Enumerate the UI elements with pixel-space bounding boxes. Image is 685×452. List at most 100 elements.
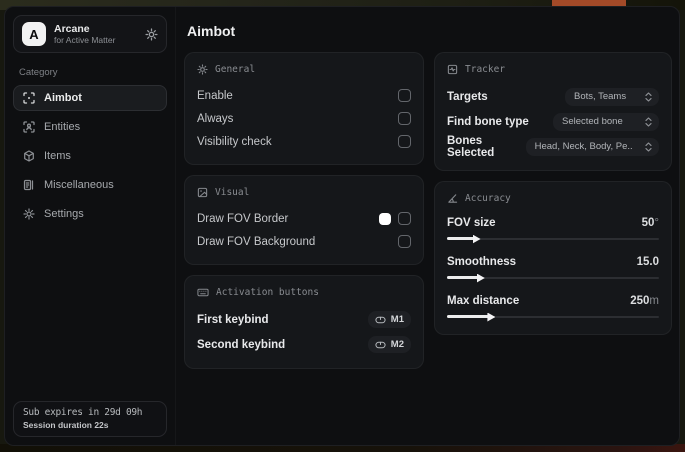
setting-label: Draw FOV Background — [197, 235, 316, 248]
sidebar-item-label: Miscellaneous — [44, 179, 114, 191]
brand-name: Arcane — [54, 22, 90, 35]
sidebar-item-settings[interactable]: Settings — [13, 201, 167, 227]
visual-panel: Visual Draw FOV Border Draw FOV Backgrou… — [184, 175, 424, 265]
mouse-icon — [375, 341, 386, 349]
keybind-value: M2 — [390, 339, 404, 350]
person-scan-icon — [23, 121, 35, 133]
category-nav: Aimbot Entities Items Miscellaneous Sett… — [13, 85, 167, 227]
slider-value: 15.0 — [636, 256, 659, 268]
sidebar-item-label: Settings — [44, 208, 84, 220]
page-title: Aimbot — [187, 23, 236, 39]
find-bone-type-select[interactable]: Selected bone — [553, 112, 659, 131]
select-value: Head, Neck, Body, Pe.. — [534, 141, 633, 152]
activity-square-icon — [447, 64, 458, 75]
accuracy-panel: Accuracy FOV size 50° Smoothness 15.0 Ma… — [434, 181, 672, 335]
tracker-row-find-bone-type: Find bone type Selected bone — [447, 109, 659, 134]
brand-logo: A — [22, 22, 46, 46]
gear-icon — [197, 64, 208, 75]
slider-row-fov-size: FOV size 50° — [447, 213, 659, 244]
list-board-icon — [23, 179, 35, 191]
panel-header: Tracker — [465, 64, 506, 75]
visibility-check-checkbox[interactable] — [398, 135, 411, 148]
tracker-label: Bones Selected — [447, 134, 495, 159]
unfold-chevrons-icon — [644, 91, 653, 102]
sidebar-item-aimbot[interactable]: Aimbot — [13, 85, 167, 111]
select-value: Selected bone — [562, 116, 623, 127]
bones-selected-select[interactable]: Head, Neck, Body, Pe.. — [525, 137, 659, 156]
keybind-label: Second keybind — [197, 338, 286, 351]
slider-thumb[interactable] — [472, 234, 481, 244]
slider-label: Smoothness — [447, 256, 517, 268]
app-window: A Arcane for Active Matter Category Aimb… — [4, 6, 680, 446]
panel-header: General — [215, 64, 256, 75]
cube-icon — [23, 150, 35, 162]
setting-label: Enable — [197, 89, 233, 102]
slider-value: 50 — [641, 217, 655, 229]
activation-buttons-panel: Activation buttons First keybind M1 Seco… — [184, 275, 424, 369]
slider-unit: ° — [654, 217, 659, 229]
sidebar-item-label: Entities — [44, 121, 81, 133]
tracker-label: Targets — [447, 90, 488, 103]
keyboard-icon — [197, 287, 209, 298]
slider-value: 250 — [630, 295, 650, 307]
setting-row-draw-fov-background: Draw FOV Background — [197, 230, 411, 253]
slider-label: FOV size — [447, 217, 496, 229]
always-checkbox[interactable] — [398, 112, 411, 125]
gear-icon[interactable] — [145, 27, 158, 41]
setting-row-draw-fov-border: Draw FOV Border — [197, 207, 411, 230]
targets-select[interactable]: Bots, Teams — [565, 87, 659, 106]
keybind-label: First keybind — [197, 313, 269, 326]
main-content: Aimbot General Enable Always Visibility … — [175, 7, 679, 445]
draw-fov-background-checkbox[interactable] — [398, 235, 411, 248]
setting-label: Visibility check — [197, 135, 272, 148]
mouse-icon — [375, 316, 386, 324]
slider-thumb[interactable] — [476, 273, 485, 283]
angle-icon — [447, 193, 458, 204]
sidebar-item-miscellaneous[interactable]: Miscellaneous — [13, 172, 167, 198]
fov-border-color-swatch[interactable] — [379, 212, 391, 225]
setting-row-always: Always — [197, 107, 411, 130]
image-icon — [197, 187, 208, 198]
sidebar-item-items[interactable]: Items — [13, 143, 167, 169]
keybind-value: M1 — [390, 314, 404, 325]
draw-fov-border-checkbox[interactable] — [398, 212, 411, 225]
setting-label: Draw FOV Border — [197, 212, 289, 225]
slider-unit: m — [649, 295, 659, 307]
subscription-info: Sub expires in 29d 09h Session duration … — [13, 401, 167, 437]
general-panel: General Enable Always Visibility check — [184, 52, 424, 165]
category-label: Category — [19, 67, 58, 78]
brand-subtitle: for Active Matter — [54, 35, 116, 46]
setting-row-enable: Enable — [197, 84, 411, 107]
sidebar-item-label: Items — [44, 150, 71, 162]
slider-row-max-distance: Max distance 250m — [447, 291, 659, 322]
tracker-label: Find bone type — [447, 115, 529, 128]
panel-header: Activation buttons — [216, 287, 319, 298]
gear-icon — [23, 208, 35, 220]
sub-expiry-text: Sub expires in 29d 09h — [23, 407, 143, 418]
enable-checkbox[interactable] — [398, 89, 411, 102]
unfold-chevrons-icon — [644, 116, 653, 127]
select-value: Bots, Teams — [574, 91, 627, 102]
slider-label: Max distance — [447, 295, 520, 307]
first-keybind-button[interactable]: M1 — [367, 311, 411, 328]
sidebar: A Arcane for Active Matter Category Aimb… — [5, 7, 175, 445]
tracker-panel: Tracker Targets Bots, Teams Find bone ty… — [434, 52, 672, 171]
panel-header: Accuracy — [465, 193, 511, 204]
unfold-chevrons-icon — [644, 141, 653, 152]
max-distance-slider[interactable] — [447, 312, 659, 322]
crosshair-scan-icon — [23, 92, 35, 104]
second-keybind-button[interactable]: M2 — [367, 336, 411, 353]
keybind-row-second: Second keybind M2 — [197, 332, 411, 357]
tracker-row-bones-selected: Bones Selected Head, Neck, Body, Pe.. — [447, 134, 659, 159]
tracker-row-targets: Targets Bots, Teams — [447, 84, 659, 109]
panel-header: Visual — [215, 187, 250, 198]
sidebar-item-entities[interactable]: Entities — [13, 114, 167, 140]
slider-thumb[interactable] — [487, 312, 496, 322]
sidebar-item-label: Aimbot — [44, 92, 82, 104]
brand-card: A Arcane for Active Matter — [13, 15, 167, 53]
keybind-row-first: First keybind M1 — [197, 307, 411, 332]
smoothness-slider[interactable] — [447, 273, 659, 283]
session-duration-text: Session duration 22s — [23, 420, 109, 430]
fov-size-slider[interactable] — [447, 234, 659, 244]
setting-label: Always — [197, 112, 234, 125]
